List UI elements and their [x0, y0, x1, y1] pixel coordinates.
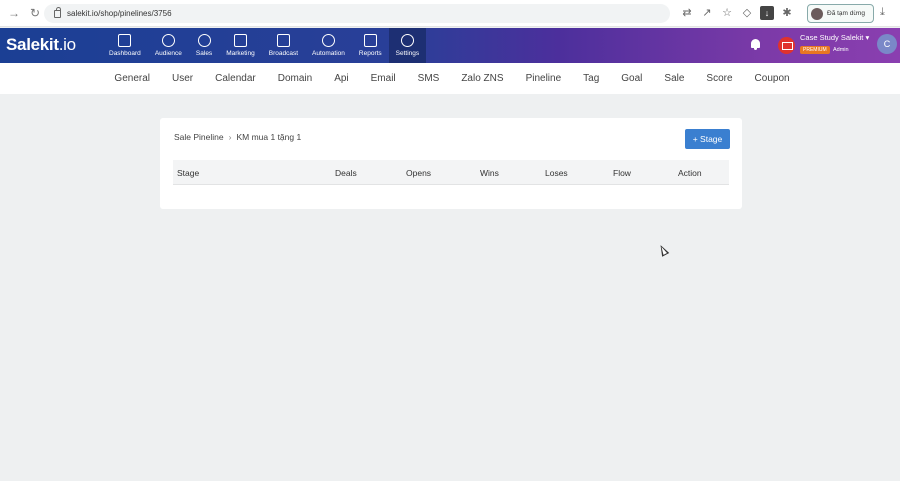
nav-audience[interactable]: Audience	[148, 28, 189, 63]
stage-table-header: Stage Deals Opens Wins Loses Flow Action	[173, 160, 729, 185]
tab-sale[interactable]: Sale	[664, 73, 684, 84]
bar-chart-icon	[363, 34, 377, 47]
translate-icon[interactable]: ⇄	[680, 6, 694, 20]
tab-calendar[interactable]: Calendar	[215, 73, 256, 84]
home-icon	[118, 34, 132, 47]
browser-toolbar: → ↻ salekit.io/shop/pinelines/3756 ⇄ ↗ ☆…	[0, 0, 900, 27]
salekit-logo[interactable]: Salekit.io	[6, 35, 76, 55]
nav-marketing[interactable]: Marketing	[219, 28, 262, 63]
column-action: Action	[678, 168, 702, 178]
address-bar[interactable]: salekit.io/shop/pinelines/3756	[44, 4, 670, 23]
download-box-icon[interactable]: ↓	[760, 6, 774, 20]
tab-goal[interactable]: Goal	[621, 73, 642, 84]
column-opens: Opens	[406, 168, 432, 178]
dollar-icon	[197, 34, 211, 47]
browser-actions: ⇄ ↗ ☆ ◇ ↓ ✱	[680, 6, 794, 20]
tab-sms[interactable]: SMS	[418, 73, 440, 84]
reload-icon[interactable]: ↻	[28, 6, 42, 20]
tab-zalo-zns[interactable]: Zalo ZNS	[461, 73, 503, 84]
main-menu: Dashboard Audience Sales Marketing Broad…	[102, 28, 427, 63]
column-flow: Flow	[613, 168, 631, 178]
column-loses: Loses	[545, 168, 568, 178]
tab-general[interactable]: General	[114, 73, 150, 84]
tab-domain[interactable]: Domain	[278, 73, 312, 84]
pipeline-card: Sale Pineline › KM mua 1 tặng 1 + Stage …	[160, 118, 742, 209]
tab-coupon[interactable]: Coupon	[755, 73, 790, 84]
add-stage-button[interactable]: + Stage	[685, 129, 730, 149]
back-arrow-icon[interactable]: →	[7, 6, 21, 20]
settings-tabs: General User Calendar Domain Api Email S…	[0, 63, 900, 94]
tab-user[interactable]: User	[172, 73, 193, 84]
top-navigation: Salekit.io Dashboard Audience Sales Mark…	[0, 28, 900, 63]
tab-api[interactable]: Api	[334, 73, 348, 84]
nav-reports[interactable]: Reports	[352, 28, 389, 63]
megaphone-icon	[276, 34, 290, 47]
refresh-icon	[321, 34, 335, 47]
star-icon[interactable]: ☆	[720, 6, 734, 20]
breadcrumb: Sale Pineline › KM mua 1 tặng 1	[174, 132, 301, 142]
users-icon	[161, 34, 175, 47]
account-role: Admin	[833, 47, 849, 53]
gear-icon	[400, 34, 414, 47]
tab-pineline[interactable]: Pineline	[526, 73, 562, 84]
url-text: salekit.io/shop/pinelines/3756	[67, 9, 172, 18]
premium-badge: PREMIUM	[800, 46, 830, 54]
account-name[interactable]: Case Study Salekit ▾	[800, 33, 869, 42]
nav-broadcast[interactable]: Broadcast	[262, 28, 305, 63]
paused-label: Đã tạm dừng	[827, 10, 865, 17]
profile-paused-button[interactable]: Đã tạm dừng	[807, 4, 874, 23]
share-icon[interactable]: ↗	[700, 6, 714, 20]
nav-settings[interactable]: Settings	[388, 28, 427, 63]
shield-icon[interactable]: ◇	[740, 6, 754, 20]
bell-icon[interactable]	[750, 39, 761, 51]
chevron-right-icon: ›	[228, 132, 232, 142]
column-stage: Stage	[177, 168, 200, 178]
chart-line-icon	[233, 34, 247, 47]
mouse-cursor-icon	[657, 243, 670, 257]
extensions-icon[interactable]: ✱	[780, 6, 794, 20]
profile-avatar	[811, 7, 823, 20]
lock-icon	[54, 6, 61, 18]
tab-score[interactable]: Score	[706, 73, 732, 84]
nav-sales[interactable]: Sales	[189, 28, 219, 63]
nav-dashboard[interactable]: Dashboard	[102, 28, 148, 63]
tab-tag[interactable]: Tag	[583, 73, 599, 84]
column-deals: Deals	[335, 168, 357, 178]
tab-email[interactable]: Email	[371, 73, 396, 84]
downloads-icon[interactable]: ⤓	[880, 6, 885, 19]
breadcrumb-parent[interactable]: Sale Pineline	[174, 132, 224, 142]
nav-automation[interactable]: Automation	[305, 28, 352, 63]
breadcrumb-current: KM mua 1 tặng 1	[236, 132, 302, 142]
column-wins: Wins	[480, 168, 499, 178]
mail-icon[interactable]	[778, 37, 795, 54]
avatar[interactable]: C	[877, 34, 897, 54]
